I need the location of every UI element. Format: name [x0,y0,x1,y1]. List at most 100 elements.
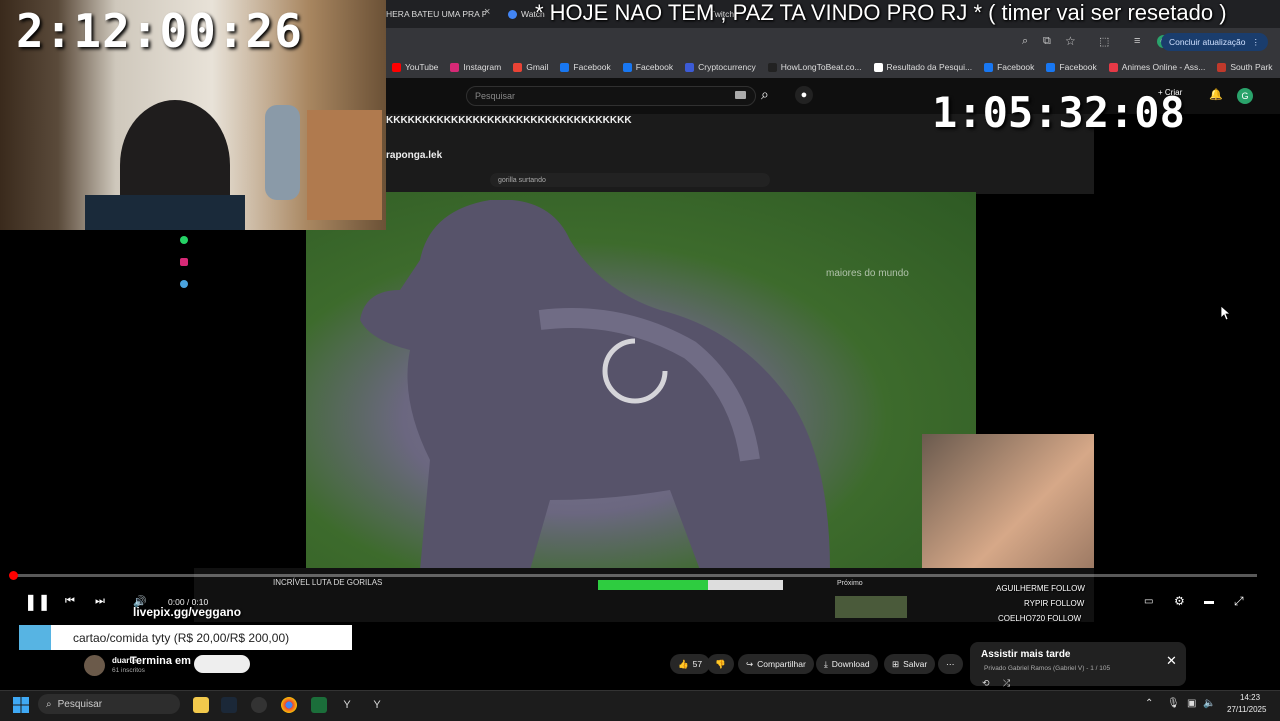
mic-icon[interactable]: ● [795,86,813,104]
more-actions-button[interactable]: ⋯ [938,654,963,674]
previous-icon[interactable]: ⏮ [65,595,75,608]
clock-time[interactable]: 14:23 [1240,693,1260,702]
bookmark-favicon-icon [767,62,777,72]
bookmark-label: Facebook [1059,62,1097,72]
video-progress-bar[interactable] [13,574,1257,577]
whatsapp-icon [180,236,188,244]
chrome-icon[interactable] [281,697,297,713]
bookmark-item[interactable]: Instagram [450,62,501,72]
progress-scrubber[interactable] [9,571,18,580]
yandex-icon[interactable]: Y [369,697,385,713]
bookmark-label: Resultado da Pesqui... [886,62,973,72]
file-explorer-icon[interactable] [193,697,209,713]
yandex-icon[interactable]: Y [339,697,355,713]
bookmark-item[interactable]: Facebook [984,62,1034,72]
yt-avatar[interactable]: G [1237,88,1253,104]
bookmark-favicon-icon [984,62,994,72]
search-placeholder: Pesquisar [475,91,516,101]
app-icon[interactable] [251,697,267,713]
steam-icon[interactable] [221,697,237,713]
loop-icon[interactable]: ⟲ [982,678,990,689]
bookmark-item[interactable]: Facebook [1046,62,1097,72]
install-icon[interactable]: ⧉ [1043,35,1051,48]
search-button-icon[interactable]: ⌕ [761,86,769,103]
extensions-icon[interactable]: ⬚ [1099,35,1109,48]
clock-date[interactable]: 27/11/2025 [1227,705,1266,714]
donation-goal-bar: cartao/comida tyty (R$ 20,00/R$ 200,00) [19,625,352,650]
bookmark-favicon-icon [392,62,401,72]
subtitles-icon[interactable]: ▭ [1144,596,1153,607]
bookmark-favicon-icon [622,62,632,72]
bookmark-item[interactable]: Cryptocurrency [685,62,756,72]
bookmark-label: Animes Online - Ass... [1121,62,1206,72]
mouse-cursor-icon [1221,306,1231,320]
inner-search-text: gorilla surtando [498,176,546,184]
bookmark-label: South Park [1230,62,1273,72]
mic-icon[interactable]: 🎙 [1167,698,1180,709]
like-button[interactable]: 👍 57 [670,654,711,674]
dislike-button[interactable]: 👎 [707,654,734,674]
inner-next-label: Próximo [837,580,863,587]
chevron-up-icon[interactable]: ⌃ [1145,698,1153,709]
shuffle-icon[interactable]: ⤮ [1003,678,1010,689]
bookmark-label: Cryptocurrency [698,62,756,72]
windows-start-icon[interactable] [13,697,29,713]
bookmark-label: Facebook [635,62,674,72]
next-icon[interactable]: ⏭ [95,595,105,608]
like-count: 57 [692,659,703,669]
stream-title-overlay: * HOJE NAO TEM , PAZ TA VINDO PRO RJ * (… [535,0,1227,25]
menu-dots-icon: ⋮ [1251,36,1261,47]
share-button[interactable]: ↪ Compartilhar [738,654,814,674]
inner-progress-fill [598,580,708,590]
subscribe-button[interactable] [194,655,250,673]
bookmark-item[interactable]: Resultado da Pesqui... [873,62,973,72]
update-button[interactable]: Concluir atualização ⋮ [1160,33,1268,51]
pause-icon[interactable]: ❚❚ [24,592,51,612]
bookmark-favicon-icon [1046,62,1056,72]
keyboard-icon[interactable] [735,91,746,99]
volume-icon[interactable]: 🔈 [1203,698,1215,709]
bookmark-item[interactable]: HowLongToBeat.co... [767,62,862,72]
fullscreen-icon[interactable]: ⤢ [1234,594,1244,609]
network-icon[interactable]: ▣ [1187,698,1196,709]
theater-mode-icon[interactable]: ▬ [1204,596,1214,607]
messenger-icon [180,280,188,288]
bookmark-favicon-icon [1217,62,1227,72]
instagram-icon [180,258,188,266]
person-background [265,105,300,200]
dislike-icon: 👎 [715,658,726,669]
bookmark-star-icon[interactable]: ☆ [1065,34,1076,48]
bookmark-item[interactable]: Facebook [622,62,674,72]
download-button[interactable]: ⤓ Download [816,654,878,674]
tab-favicon-icon [508,9,517,19]
bookmark-favicon-icon [513,62,523,72]
bookmark-item[interactable]: YouTube [392,62,438,72]
chat-spam-text: KKKKKKKKKKKKKKKKKKKKKKKKKKKKKKKKKK [386,115,632,126]
bookmark-item[interactable]: Facebook [560,62,611,72]
search-icon[interactable]: ⌕ [1022,35,1028,48]
notifications-bell-icon[interactable]: 🔔 [1209,88,1223,101]
bookmark-label: Instagram [463,62,502,72]
inner-next-thumbnail [835,596,907,618]
bookmark-item[interactable]: Animes Online - Ass... [1108,62,1206,72]
excel-icon[interactable] [311,697,327,713]
settings-gear-icon[interactable]: ⚙ [1174,594,1185,608]
secondary-webcam [922,434,1094,568]
close-icon[interactable]: ✕ [1166,653,1177,669]
streamer-shirt [85,195,245,230]
tab-1[interactable]: HERA BATEU UMA PRA PO [386,5,486,23]
taskbar-search[interactable]: ⌕ Pesquisar [38,694,180,714]
bookmark-item[interactable]: Gmail [513,62,548,72]
media-control-icon[interactable]: ≡ [1134,35,1140,47]
tab-close-icon[interactable]: × [484,6,490,18]
bookmark-item[interactable]: South Park [1217,62,1272,72]
channel-avatar[interactable] [84,655,105,676]
download-icon: ⤓ [824,658,828,669]
save-button[interactable]: ⊞ Salvar [884,654,936,674]
stream-overlay-text: Termina em [130,655,191,667]
taskbar-search-label: Pesquisar [57,698,103,710]
bookmarks-bar: YouTube Instagram Gmail Facebook Facebook Cry… [386,56,1280,79]
search-input[interactable]: Pesquisar [466,86,756,106]
bookmark-label: Gmail [526,62,549,72]
bookmark-label: Facebook [997,62,1035,72]
